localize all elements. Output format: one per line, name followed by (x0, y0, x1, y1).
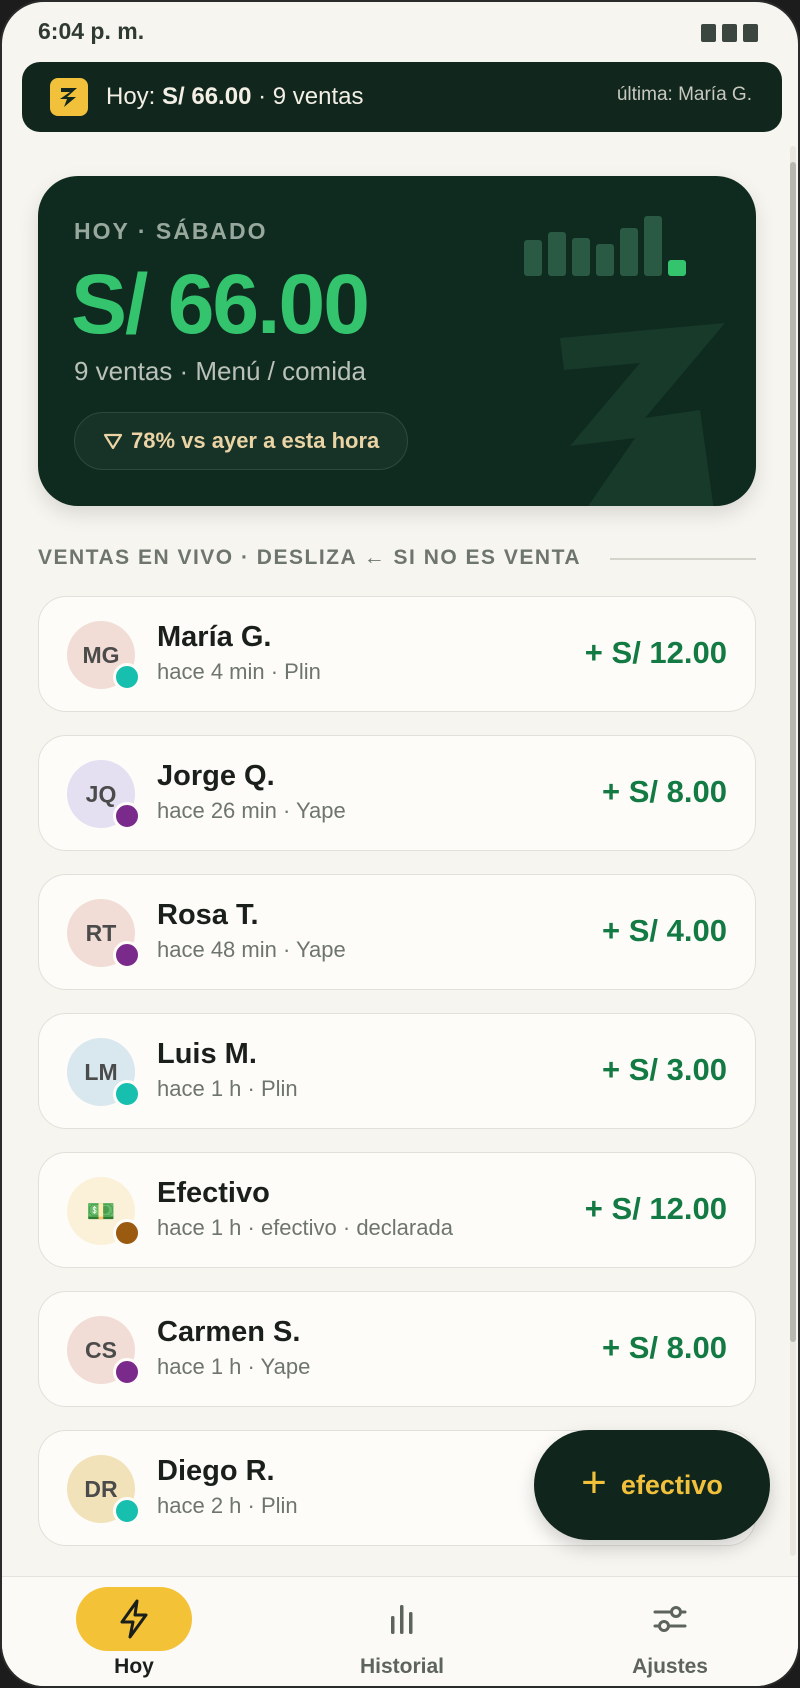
app-logo (50, 78, 88, 116)
z-logo-icon (60, 88, 77, 107)
sale-amount: + S/ 12.00 (584, 1191, 727, 1226)
today-summary-banner[interactable]: Hoy: S/ 66.00 · 9 ventas última: María G… (22, 62, 782, 132)
sale-meta: hace 1 h · Plin (157, 1076, 298, 1101)
sale-amount: + S/ 3.00 (602, 1052, 727, 1087)
hero-eyebrow: HOY · SÁBADO (74, 218, 268, 244)
nav-item-historial[interactable]: Historial (302, 1587, 502, 1686)
banner-last-sale: última: María G. (616, 84, 752, 105)
sale-name: María G. (157, 621, 272, 653)
sale-name: Efectivo (157, 1177, 270, 1209)
nav-icon-container (76, 1587, 192, 1651)
payment-method-dot (113, 1080, 141, 1108)
sale-row[interactable]: RT Rosa T. hace 48 min · Yape + S/ 4.00 (38, 874, 756, 990)
sales-list: MG María G. hace 4 min · Plin + S/ 12.00 JQ J… (38, 596, 756, 1569)
sale-row[interactable]: MG María G. hace 4 min · Plin + S/ 12.00 (38, 596, 756, 712)
sale-name: Rosa T. (157, 899, 259, 931)
sale-meta: hace 1 h · efectivo · declarada (157, 1215, 453, 1240)
payment-method-dot (113, 663, 141, 691)
today-total-card: HOY · SÁBADO S/ 66.00 9 ventas · Menú / … (38, 176, 756, 506)
sale-meta: hace 48 min · Yape (157, 937, 346, 962)
z-watermark-icon (560, 323, 725, 506)
add-cash-label: efectivo (620, 1469, 723, 1500)
sliders-icon (653, 1606, 687, 1632)
sale-row[interactable]: JQ Jorge Q. hace 26 min · Yape + S/ 8.00 (38, 735, 756, 851)
bar-chart-icon (391, 1605, 413, 1634)
sparkline-bars-icon (524, 216, 686, 276)
sale-name: Diego R. (157, 1455, 275, 1487)
payment-method-dot (113, 1358, 141, 1386)
nav-item-ajustes[interactable]: Ajustes (570, 1587, 770, 1686)
nav-item-hoy[interactable]: Hoy (34, 1587, 234, 1686)
sale-row[interactable]: LM Luis M. hace 1 h · Plin + S/ 3.00 (38, 1013, 756, 1129)
sale-amount: + S/ 4.00 (602, 913, 727, 948)
sale-meta: hace 4 min · Plin (157, 659, 321, 684)
payment-method-dot (113, 941, 141, 969)
sale-meta: hace 2 h · Plin (157, 1493, 298, 1518)
sale-row[interactable]: CS Carmen S. hace 1 h · Yape + S/ 8.00 (38, 1291, 756, 1407)
hero-subtitle: 9 ventas · Menú / comida (74, 356, 366, 386)
hero-amount: S/ 66.00 (71, 257, 370, 351)
triangle-down-icon (103, 433, 123, 450)
sale-meta: hace 1 h · Yape (157, 1354, 311, 1379)
comparison-text: 78% vs ayer a esta hora (131, 428, 380, 453)
section-divider (610, 558, 756, 560)
bottom-navigation: Hoy Historial Ajustes (2, 1576, 798, 1686)
nav-label-historial: Historial (359, 1655, 445, 1678)
status-bar: 6:04 p. m. (2, 2, 798, 60)
scrollbar-thumb[interactable] (790, 162, 796, 1342)
banner-summary: Hoy: S/ 66.00 · 9 ventas (106, 83, 364, 111)
payment-method-dot (113, 1219, 141, 1247)
sale-row[interactable]: 💵 Efectivo hace 1 h · efectivo · declarada… (38, 1152, 756, 1268)
sale-amount: + S/ 8.00 (602, 1330, 727, 1365)
nav-icon-container (612, 1587, 728, 1651)
banner-separator: · (258, 83, 267, 110)
sale-name: Luis M. (157, 1038, 257, 1070)
sale-meta: hace 26 min · Yape (157, 798, 346, 823)
banner-amount: S/ 66.00 (162, 83, 252, 110)
section-title: VENTAS EN VIVO · DESLIZA ← SI NO ES VENT… (38, 546, 582, 569)
battery-icon (701, 24, 758, 42)
app-screen: 6:04 p. m. Hoy: S/ 66.00 · 9 ventas últi… (0, 0, 800, 1688)
banner-prefix: Hoy: (106, 83, 163, 110)
sale-name: Jorge Q. (157, 760, 275, 792)
bolt-icon (120, 1599, 148, 1639)
nav-label-ajustes: Ajustes (632, 1655, 708, 1678)
comparison-chip: 78% vs ayer a esta hora (74, 412, 409, 470)
status-time: 6:04 p. m. (38, 18, 145, 44)
banner-count: 9 ventas (272, 83, 364, 110)
add-cash-button[interactable]: + efectivo (534, 1430, 770, 1540)
sale-name: Carmen S. (157, 1316, 301, 1348)
payment-method-dot (113, 802, 141, 830)
sale-amount: + S/ 8.00 (602, 774, 727, 809)
payment-method-dot (113, 1497, 141, 1525)
nav-label-hoy: Hoy (114, 1655, 154, 1678)
sale-amount: + S/ 12.00 (584, 635, 727, 670)
nav-icon-container (344, 1587, 460, 1651)
plus-icon: + (581, 1458, 607, 1507)
